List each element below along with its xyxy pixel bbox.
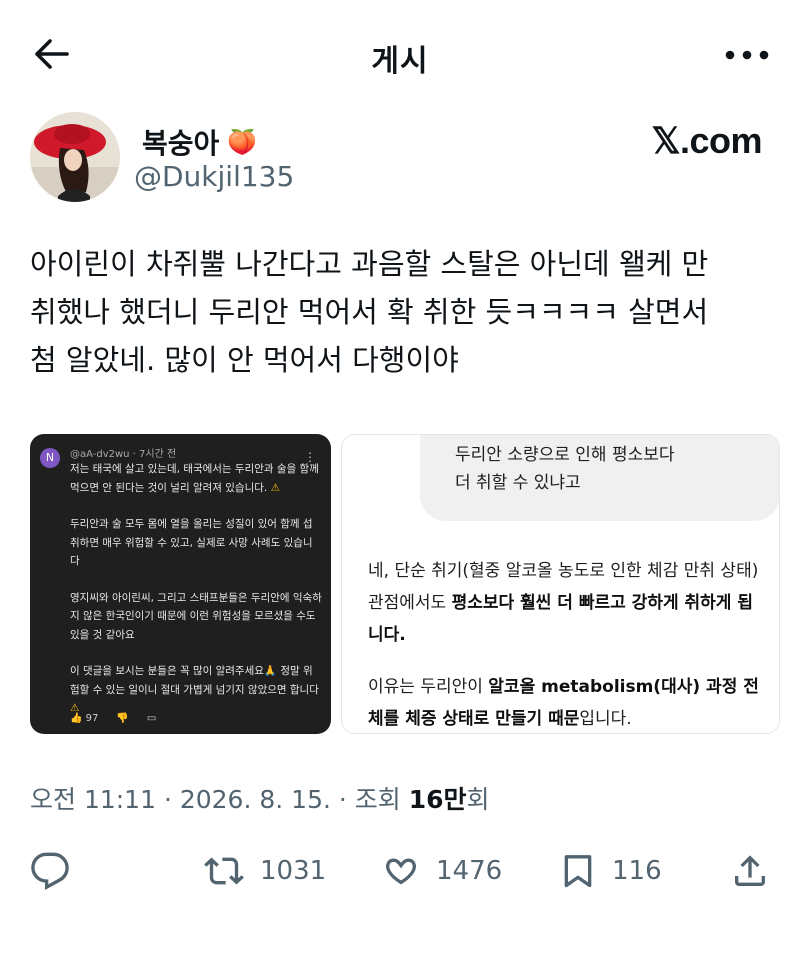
- answer-text: 네, 단순 취기(혈중 알코올 농도로 인한 체감 만취 상태) 관점에서도 평…: [368, 555, 768, 733]
- views-count: 16만: [408, 785, 467, 814]
- comment-icon: ▭: [146, 713, 157, 724]
- question-line: 더 취할 수 있냐고: [455, 473, 581, 493]
- thumbs-up-icon: 👍 97: [70, 713, 99, 724]
- page-title: 게시: [371, 44, 429, 79]
- comment-paragraph: 이 댓글을 보시는 분들은 꼭 많이 알려주세요🙏 정말 위험할 수 있는 일이…: [70, 665, 319, 696]
- answer-paragraph: 네, 단순 취기(혈중 알코올 농도로 인한 체감 만취 상태) 관점에서도 평…: [368, 561, 759, 645]
- more-horizontal-icon: [725, 50, 769, 60]
- thumbs-down-icon: 👎: [116, 713, 129, 724]
- avatar[interactable]: [30, 112, 120, 202]
- post-text-line: 아이린이 차쥐뿔 나간다고 과음할 스탈은 아닌데 왤케 만: [30, 247, 709, 281]
- like-count: 1476: [436, 856, 503, 886]
- user-handle[interactable]: @Dukjil135: [134, 160, 294, 193]
- retweet-count: 1031: [260, 856, 327, 886]
- comment-paragraph: 두리안과 술 모두 몸에 열을 올리는 성질이 있어 함께 섭취하면 매우 위험…: [70, 518, 313, 567]
- answer-paragraph: 이유는 두리안이 알코올 metabolism(대사) 과정 전체를 체증 상태…: [368, 677, 759, 729]
- media-image-comment[interactable]: N @aA-dv2wu · 7시간 전 ⋮ 저는 태국에 살고 있는데, 태국에…: [30, 434, 331, 734]
- question-bubble: 두리안 소량으로 인해 평소보다 더 취할 수 있냐고: [420, 435, 779, 521]
- post-date[interactable]: 2026. 8. 15.: [180, 785, 331, 814]
- comment-actions: 👍 97 👎 ▭: [70, 710, 156, 729]
- comment-avatar: N: [40, 448, 60, 468]
- bookmark-count: 116: [612, 856, 662, 886]
- comment-body: 저는 태국에 살고 있는데, 태국에서는 두리안과 술을 함께 먹으면 안 된다…: [70, 460, 322, 734]
- post-text-line: 취했나 했더니 두리안 먹어서 확 취한 듯ㅋㅋㅋㅋ 살면서: [30, 295, 709, 329]
- comment-paragraph: 저는 태국에 살고 있는데, 태국에서는 두리안과 술을 함께 먹으면 안 된다…: [70, 463, 319, 494]
- post-text-line: 첨 알았네. 많이 안 먹어서 다행이야: [30, 343, 459, 377]
- post-actions: 1031 1476 116: [30, 843, 775, 899]
- share-button[interactable]: [730, 843, 770, 899]
- more-button[interactable]: [722, 40, 772, 70]
- retweet-button[interactable]: 1031: [202, 843, 326, 899]
- post-media: N @aA-dv2wu · 7시간 전 ⋮ 저는 태국에 살고 있는데, 태국에…: [30, 432, 780, 737]
- site-logo: 𝕏.com: [651, 120, 762, 161]
- warning-icon: ⚠: [270, 481, 281, 494]
- media-image-chat[interactable]: 두리안 소량으로 인해 평소보다 더 취할 수 있냐고 네, 단순 취기(혈중 …: [341, 434, 780, 734]
- bookmark-icon: [564, 855, 592, 888]
- post-author: 복숭아 🍑 @Dukjil135 𝕏.com: [30, 112, 770, 204]
- like-button[interactable]: 1476: [380, 843, 502, 899]
- display-name[interactable]: 복숭아 🍑: [142, 122, 257, 162]
- share-icon: [735, 855, 765, 886]
- top-bar: 게시: [0, 0, 800, 110]
- retweet-icon: [204, 857, 244, 885]
- comment-paragraph: 영지씨와 아이린씨, 그리고 스태프분들은 두리안에 익숙하지 않은 한국인이기…: [70, 591, 322, 641]
- post-text: 아이린이 차쥐뿔 나간다고 과음할 스탈은 아닌데 왤케 만 취했나 했더니 두…: [30, 240, 770, 384]
- reply-button[interactable]: [30, 843, 70, 899]
- post-time: 오전 11:11: [30, 785, 156, 814]
- heart-icon: [386, 858, 416, 885]
- post-meta: 오전 11:11 · 2026. 8. 15. · 조회 16만회: [30, 785, 490, 814]
- bookmark-button[interactable]: 116: [558, 843, 662, 899]
- question-line: 두리안 소량으로 인해 평소보다: [455, 445, 675, 465]
- peach-emoji-icon: 🍑: [227, 128, 258, 156]
- display-name-text: 복숭아: [142, 127, 220, 160]
- reply-icon: [31, 852, 69, 890]
- views-label: 조회: [354, 785, 401, 814]
